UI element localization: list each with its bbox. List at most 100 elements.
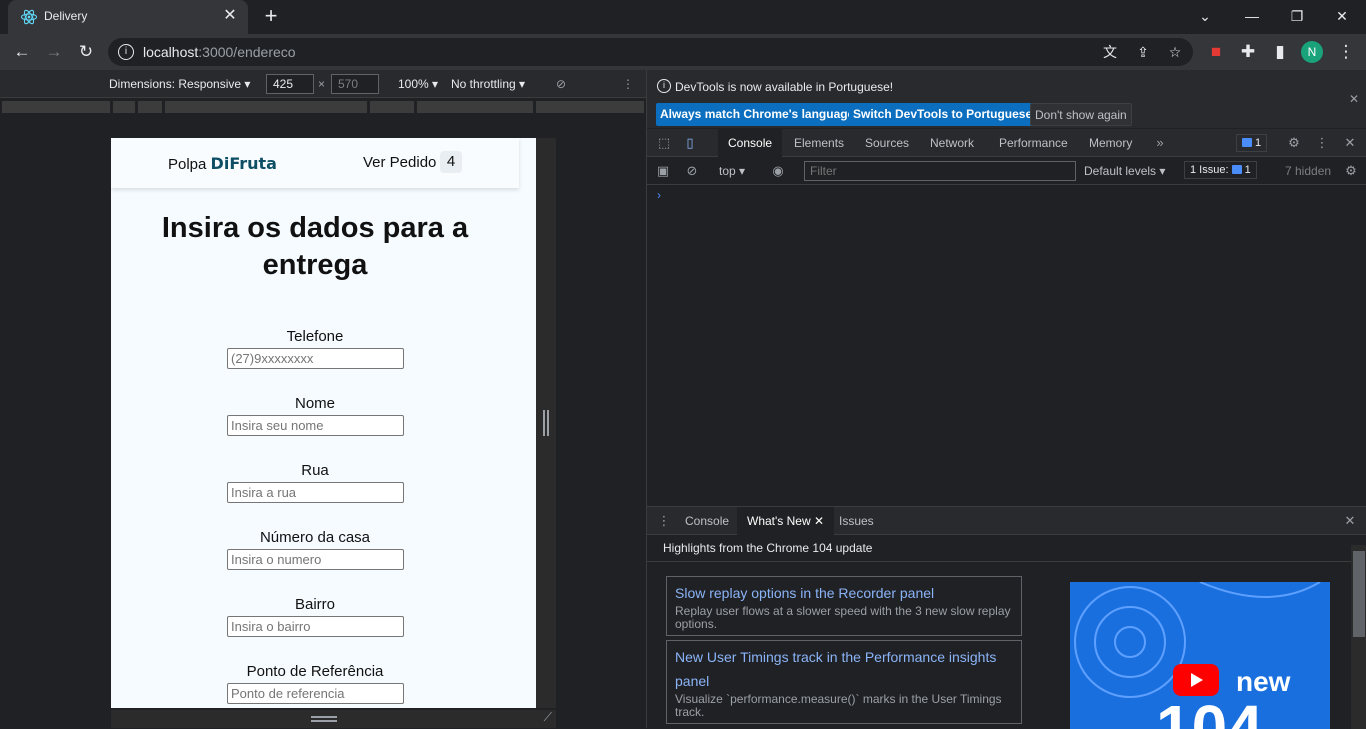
- tab-close-icon[interactable]: ✕: [220, 6, 240, 26]
- forward-icon[interactable]: →: [40, 38, 68, 66]
- drawer-menu-icon[interactable]: ⋮: [655, 512, 673, 530]
- tab-performance[interactable]: Performance: [989, 129, 1078, 157]
- settings-gear-icon[interactable]: ⚙: [1285, 134, 1303, 152]
- extensions-puzzle-icon[interactable]: ✚: [1234, 38, 1262, 66]
- back-icon[interactable]: ←: [8, 38, 36, 66]
- close-drawer-icon[interactable]: ✕: [1341, 512, 1359, 530]
- device-toolbar: Dimensions: Responsive ▾ 425 × 570 100% …: [0, 70, 646, 98]
- dimensions-dropdown[interactable]: Dimensions: Responsive ▾: [109, 77, 250, 91]
- brand-logo[interactable]: Polpa DiFruta: [168, 154, 277, 173]
- default-levels-dropdown[interactable]: Default levels ▾: [1084, 164, 1165, 178]
- ver-pedido-link[interactable]: Ver Pedido: [363, 154, 436, 171]
- console-filter-input[interactable]: [804, 161, 1076, 181]
- bairro-input[interactable]: [227, 616, 404, 637]
- share-icon[interactable]: ⇪: [1133, 42, 1153, 62]
- extension-icon[interactable]: ■: [1202, 38, 1230, 66]
- numero-label: Número da casa: [259, 529, 371, 546]
- times-icon: ×: [318, 77, 326, 91]
- devtools-menu-icon[interactable]: ⋮: [1313, 134, 1331, 152]
- width-input[interactable]: 425: [266, 74, 314, 94]
- console-prompt[interactable]: ›: [657, 188, 661, 202]
- height-input[interactable]: 570: [331, 74, 379, 94]
- context-selector[interactable]: top ▾: [719, 164, 745, 178]
- infobar-close-icon[interactable]: ✕: [1349, 92, 1359, 106]
- reload-icon[interactable]: ↻: [72, 38, 100, 66]
- side-panel-icon[interactable]: ▮: [1266, 38, 1294, 66]
- minimize-icon[interactable]: —: [1237, 4, 1267, 28]
- info-icon: i: [657, 79, 671, 93]
- tab-elements[interactable]: Elements: [784, 129, 854, 157]
- nome-label: Nome: [294, 395, 335, 412]
- more-tabs-icon[interactable]: »: [1151, 134, 1169, 152]
- clear-console-icon[interactable]: ⊘: [683, 162, 701, 180]
- throttling-dropdown[interactable]: No throttling ▾: [451, 77, 525, 91]
- devtools-drawer: ⋮ Console What's New ✕ Issues ✕ Highligh…: [647, 506, 1366, 729]
- feature-card[interactable]: Slow replay options in the Recorder pane…: [666, 576, 1022, 636]
- referencia-label: Ponto de Referência: [246, 663, 384, 680]
- telefone-input[interactable]: [227, 348, 404, 369]
- switch-to-portuguese-button[interactable]: Switch DevTools to Portuguese: [849, 103, 1037, 126]
- resize-handle-right[interactable]: [543, 410, 549, 436]
- close-window-icon[interactable]: ✕: [1327, 4, 1357, 28]
- tab-search-icon[interactable]: ⌄: [1190, 4, 1220, 28]
- telefone-label: Telefone: [286, 328, 344, 345]
- feature-card-title[interactable]: Slow replay options in the Recorder pane…: [675, 581, 1013, 605]
- sidebar-toggle-icon[interactable]: ▣: [654, 162, 672, 180]
- zoom-dropdown[interactable]: 100% ▾: [398, 77, 438, 91]
- address-bar[interactable]: i localhost:3000/endereco 文 ⇪ ☆: [108, 38, 1193, 66]
- rotate-icon[interactable]: ⊘: [556, 77, 566, 91]
- media-query-ruler: [0, 99, 646, 115]
- feature-card-title[interactable]: New User Timings track in the Performanc…: [675, 645, 1013, 693]
- video-version-number: 104: [1156, 692, 1263, 729]
- whats-new-heading: Highlights from the Chrome 104 update: [663, 541, 873, 555]
- device-emulation-pane: Dimensions: Responsive ▾ 425 × 570 100% …: [0, 70, 646, 728]
- always-match-language-button[interactable]: Always match Chrome's language: [656, 103, 859, 126]
- numero-input[interactable]: [227, 549, 404, 570]
- hidden-count: 7 hidden: [1285, 164, 1332, 178]
- menu-kebab-icon[interactable]: ⋮: [1332, 38, 1360, 66]
- drawer-tab-issues[interactable]: Issues: [829, 507, 884, 535]
- site-info-icon[interactable]: i: [118, 44, 134, 60]
- resize-handle-bottom[interactable]: ⟋: [111, 710, 556, 728]
- restore-icon[interactable]: ❐: [1282, 4, 1312, 28]
- console-toolbar: ▣ ⊘ top ▾ ◉ Default levels ▾ 1 Issue: 1 …: [647, 158, 1366, 185]
- inspect-element-icon[interactable]: ⬚: [655, 134, 673, 152]
- rua-input[interactable]: [227, 482, 404, 503]
- tab-memory[interactable]: Memory: [1079, 129, 1142, 157]
- referencia-input[interactable]: [227, 683, 404, 704]
- tab-strip: Delivery ✕ + ⌄ — ❐ ✕: [0, 0, 1366, 34]
- profile-avatar[interactable]: N: [1301, 41, 1323, 63]
- whats-new-video-thumbnail[interactable]: new 104: [1070, 582, 1330, 729]
- url-text[interactable]: localhost:3000/endereco: [143, 44, 296, 60]
- drawer-tab-whats-new[interactable]: What's New ✕: [737, 507, 835, 535]
- messages-badge[interactable]: 1: [1236, 134, 1268, 152]
- issues-badge[interactable]: 1 Issue: 1: [1184, 161, 1257, 179]
- device-toggle-icon[interactable]: ▯: [681, 134, 699, 152]
- live-expression-eye-icon[interactable]: ◉: [769, 162, 787, 180]
- devtools-panel: i DevTools is now available in Portugues…: [646, 70, 1366, 729]
- tab-title: Delivery: [44, 9, 88, 23]
- site-header: Polpa DiFruta Ver Pedido 4: [111, 138, 519, 188]
- rua-label: Rua: [301, 462, 329, 479]
- language-infobar: i DevTools is now available in Portugues…: [647, 70, 1366, 128]
- tab-sources[interactable]: Sources: [855, 129, 919, 157]
- drawer-tab-console[interactable]: Console: [675, 507, 739, 535]
- drawer-scrollbar[interactable]: [1351, 545, 1366, 729]
- bookmark-star-icon[interactable]: ☆: [1165, 42, 1185, 62]
- new-tab-button[interactable]: +: [258, 4, 284, 30]
- feature-card-desc: Visualize `performance.measure()` marks …: [675, 692, 1002, 719]
- translate-icon[interactable]: 文: [1100, 42, 1120, 62]
- console-settings-icon[interactable]: ⚙: [1342, 162, 1360, 180]
- browser-tab[interactable]: Delivery ✕: [8, 0, 248, 34]
- page-title: Insira os dados para a entrega: [161, 212, 469, 281]
- tab-console[interactable]: Console: [718, 129, 783, 157]
- dont-show-again-button[interactable]: Don't show again: [1030, 103, 1132, 126]
- nome-input[interactable]: [227, 415, 404, 436]
- device-toolbar-menu-icon[interactable]: ⋮: [622, 77, 634, 91]
- close-devtools-icon[interactable]: ✕: [1341, 134, 1359, 152]
- drawer-tabbar: ⋮ Console What's New ✕ Issues ✕: [647, 507, 1366, 535]
- bairro-label: Bairro: [294, 596, 335, 613]
- feature-card[interactable]: New User Timings track in the Performanc…: [666, 640, 1022, 724]
- cart-count-badge[interactable]: 4: [440, 151, 462, 173]
- tab-network[interactable]: Network: [920, 129, 984, 157]
